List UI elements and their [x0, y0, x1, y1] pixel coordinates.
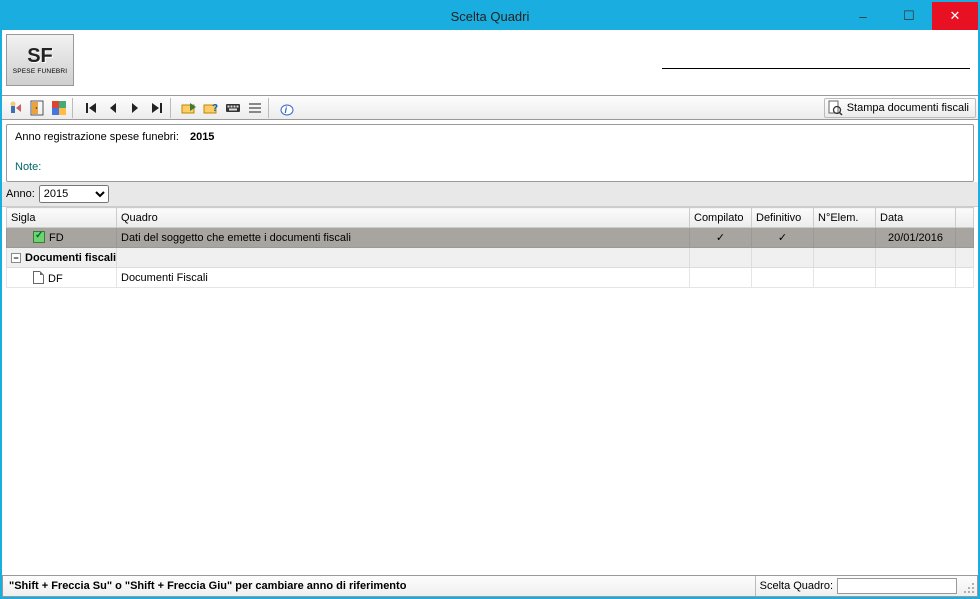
anno-filter-row: Anno: 2015	[2, 182, 978, 207]
sigla-text: DF	[48, 273, 63, 285]
cell-sigla: DF	[7, 268, 117, 288]
cell-data	[876, 268, 956, 288]
cell-nelem	[814, 268, 876, 288]
app-logo: SF SPESE FUNEBRI	[6, 34, 74, 86]
nav-last-icon[interactable]	[146, 98, 168, 118]
table-row[interactable]: DF Documenti Fiscali	[7, 268, 974, 288]
col-definitivo[interactable]: Definitivo	[752, 208, 814, 228]
nav-next-icon[interactable]	[124, 98, 146, 118]
cell-quadro: Dati del soggetto che emette i documenti…	[117, 228, 690, 248]
folder-help-icon[interactable]: ?	[200, 98, 222, 118]
cell-definitivo	[752, 268, 814, 288]
stampa-documenti-label: Stampa documenti fiscali	[847, 102, 969, 114]
table-row[interactable]: −Documenti fiscali	[7, 248, 974, 268]
col-quadro[interactable]: Quadro	[117, 208, 690, 228]
reg-year: 2015	[190, 131, 214, 143]
col-sigla[interactable]: Sigla	[7, 208, 117, 228]
footer-hint: "Shift + Freccia Su" o "Shift + Freccia …	[3, 577, 755, 595]
maximize-button[interactable]: ☐	[886, 2, 932, 30]
minimize-button[interactable]: –	[840, 2, 886, 30]
nav-first-icon[interactable]	[80, 98, 102, 118]
window-title: Scelta Quadri	[451, 9, 530, 24]
scelta-quadro-input[interactable]	[837, 578, 957, 594]
color-grid-icon[interactable]	[48, 98, 70, 118]
close-button[interactable]: ✕	[932, 2, 978, 30]
stampa-documenti-button[interactable]: Stampa documenti fiscali	[824, 98, 976, 118]
toolbar: ? i Stampa documenti fiscali	[2, 96, 978, 120]
scelta-quadro-label: Scelta Quadro:	[760, 580, 833, 592]
anno-label: Anno:	[6, 188, 35, 200]
window-controls: – ☐ ✕	[840, 2, 978, 30]
nav-prev-icon[interactable]	[102, 98, 124, 118]
toolbar-separator	[72, 98, 78, 118]
app-header: SF SPESE FUNEBRI	[2, 30, 978, 96]
row-check-icon	[33, 231, 45, 243]
resize-grip-icon[interactable]	[961, 576, 977, 596]
scelta-quadro-group: Scelta Quadro:	[755, 576, 961, 596]
grid-container: Sigla Quadro Compilato Definitivo N°Elem…	[6, 207, 974, 538]
cell-data: 20/01/2016	[876, 228, 956, 248]
anno-select[interactable]: 2015	[39, 185, 109, 203]
cell-sigla: FD	[7, 228, 117, 248]
header-underline	[662, 68, 970, 69]
status-bar: "Shift + Freccia Su" o "Shift + Freccia …	[2, 575, 978, 597]
col-compilato[interactable]: Compilato	[690, 208, 752, 228]
quadri-grid[interactable]: Sigla Quadro Compilato Definitivo N°Elem…	[6, 207, 974, 288]
note-label: Note:	[15, 161, 965, 173]
cell-compilato: ✓	[690, 228, 752, 248]
cell-definitivo: ✓	[752, 228, 814, 248]
logo-text-big: SF	[27, 45, 53, 68]
table-row[interactable]: FD Dati del soggetto che emette i documen…	[7, 228, 974, 248]
folder-arrow-icon[interactable]	[178, 98, 200, 118]
grid-empty-area	[6, 288, 974, 538]
group-label: Documenti fiscali	[25, 252, 116, 264]
info-icon[interactable]: i	[276, 98, 298, 118]
header-right	[74, 34, 970, 69]
door-icon[interactable]	[26, 98, 48, 118]
cell-nelem	[814, 228, 876, 248]
toolbar-separator-2	[170, 98, 176, 118]
cell-quadro: Documenti Fiscali	[117, 268, 690, 288]
tree-toggle-icon[interactable]: −	[11, 253, 21, 263]
keyboard-icon[interactable]	[222, 98, 244, 118]
col-pad	[956, 208, 974, 228]
cell-compilato	[690, 268, 752, 288]
col-data[interactable]: Data	[876, 208, 956, 228]
list-icon[interactable]	[244, 98, 266, 118]
sigla-text: FD	[49, 232, 64, 244]
window-titlebar: Scelta Quadri – ☐ ✕	[2, 2, 978, 30]
exit-icon[interactable]	[4, 98, 26, 118]
svg-text:?: ?	[212, 103, 218, 114]
col-nelem[interactable]: N°Elem.	[814, 208, 876, 228]
toolbar-separator-3	[268, 98, 274, 118]
reg-label: Anno registrazione spese funebri:	[15, 131, 179, 143]
row-doc-icon	[33, 271, 44, 284]
logo-text-small: SPESE FUNEBRI	[13, 68, 68, 75]
print-search-icon	[827, 100, 843, 116]
info-panel: Anno registrazione spese funebri: 2015 N…	[6, 124, 974, 182]
